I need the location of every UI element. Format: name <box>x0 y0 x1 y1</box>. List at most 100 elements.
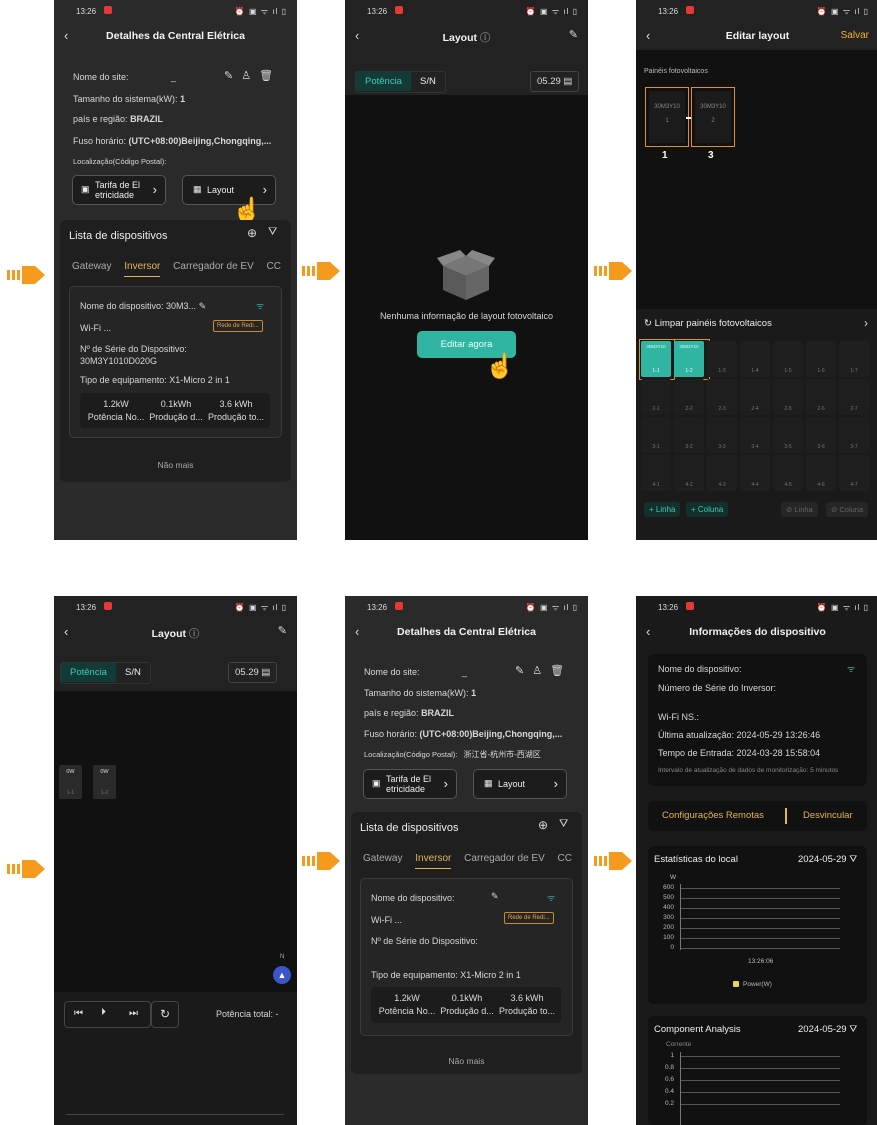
refresh-icon: ↻ <box>644 318 652 329</box>
grid-cell[interactable]: 1-4 <box>740 341 770 377</box>
grid-cell[interactable]: 3-3 <box>707 417 737 453</box>
grid-cell[interactable]: 2-3 <box>707 379 737 415</box>
tab-cc[interactable]: CC <box>558 853 572 864</box>
delete-column-button[interactable]: ⊘ Coluna <box>826 502 869 517</box>
help-icon[interactable]: ⓘ <box>480 32 491 44</box>
tariff-button[interactable]: ▣ Tarifa de El etricidade › <box>363 769 457 799</box>
clear-panels-button[interactable]: Limpar painéis fotovoltaicos <box>655 318 772 329</box>
calendar-icon[interactable]: ⛛ <box>849 854 857 865</box>
delete-row-button[interactable]: ⊘ Linha <box>781 502 818 517</box>
pv-panel-mini[interactable]: 0W 1-1 <box>59 765 82 799</box>
timezone-value: (UTC+08:00)Beijing,Chongqing,... <box>128 136 272 146</box>
tab-ev-charger[interactable]: Carregador de EV <box>173 261 254 272</box>
tab-power[interactable]: Potência <box>356 72 411 91</box>
delete-icon[interactable]: 🗑 <box>259 70 281 82</box>
grid-cell[interactable]: 2-7 <box>839 379 869 415</box>
tab-sn[interactable]: S/N <box>411 72 445 91</box>
grid-cell[interactable]: 1-5 <box>773 341 803 377</box>
edit-icon[interactable]: ✎ <box>224 70 241 82</box>
grid-cell[interactable]: 3-6 <box>806 417 836 453</box>
flow-arrow-icon <box>7 860 45 878</box>
grid-cell[interactable]: 2-1 <box>641 379 671 415</box>
grid-cell[interactable]: 4-4 <box>740 455 770 491</box>
grid-cell[interactable]: 1-7 <box>839 341 869 377</box>
filter-icon[interactable]: ⛛ <box>559 818 568 831</box>
edit-icon[interactable]: ✎ <box>491 891 499 902</box>
tab-gateway[interactable]: Gateway <box>363 853 402 864</box>
wifi-ns: Wi-Fi NS.: <box>658 712 699 722</box>
share-user-icon[interactable]: ♙ <box>241 70 259 82</box>
tariff-button[interactable]: ▣ Tarifa de El etricidade › <box>72 175 166 205</box>
unbind-button[interactable]: Desvincular <box>803 810 853 821</box>
refresh-icon[interactable]: ↻ <box>151 1001 179 1028</box>
skip-back-icon[interactable]: ⏮ <box>74 1008 83 1019</box>
tab-power[interactable]: Potência <box>61 663 116 682</box>
tab-gateway[interactable]: Gateway <box>72 261 111 272</box>
skip-forward-icon[interactable]: ⏭ <box>129 1008 138 1019</box>
country-label: país e região: <box>73 114 128 124</box>
device-info-card: Nome do dispositivo: ᯤ Número de Série d… <box>648 654 867 786</box>
device-item[interactable]: Nome do dispositivo: 30M3... ✎ ᯤ Wi-Fi .… <box>69 286 282 438</box>
cell-label: 2-3 <box>718 406 726 412</box>
grid-cell[interactable]: 1-6 <box>806 341 836 377</box>
tab-sn[interactable]: S/N <box>116 663 150 682</box>
grid-cell[interactable]: 4-7 <box>839 455 869 491</box>
add-icon[interactable]: ⊕ <box>247 226 257 240</box>
grid-cell[interactable]: 30M3Y10 1-2 <box>674 341 704 377</box>
date-picker[interactable]: 05.29 ▤ <box>228 662 278 683</box>
chevron-right-icon[interactable]: › <box>864 316 868 330</box>
grid-cell[interactable]: 3-4 <box>740 417 770 453</box>
flow-arrow-icon <box>302 852 340 870</box>
cell-label: 3-7 <box>850 444 858 450</box>
stats-title: Estatísticas do local <box>654 854 738 865</box>
filter-icon[interactable]: ⛛ <box>268 226 277 239</box>
grid-cell[interactable]: 2-4 <box>740 379 770 415</box>
tab-inverter[interactable]: Inversor <box>415 853 452 869</box>
grid-cell[interactable]: 2-2 <box>674 379 704 415</box>
grid-line <box>680 1056 840 1057</box>
play-icon[interactable]: ⏵ <box>101 1007 106 1018</box>
grid-cell[interactable]: 4-1 <box>641 455 671 491</box>
add-column-button[interactable]: + Coluna <box>686 502 729 517</box>
add-icon[interactable]: ⊕ <box>538 818 548 832</box>
header: ‹ Detalhes da Central Elétrica <box>54 22 297 50</box>
grid-cell[interactable]: 4-6 <box>806 455 836 491</box>
edit-icon[interactable]: ✎ <box>278 624 287 637</box>
edit-icon[interactable]: ✎ <box>515 665 532 677</box>
device-item[interactable]: Nome do dispositivo: ✎ ᯤ Wi-Fi ... Rede … <box>360 878 573 1036</box>
calendar-icon[interactable]: ⛛ <box>849 1024 857 1035</box>
edit-icon[interactable]: ✎ <box>199 301 207 311</box>
tariff-label: Tarifa de El etricidade <box>386 774 432 794</box>
date-picker[interactable]: 05.29 ▤ <box>530 71 580 92</box>
compass-icon[interactable]: ▲ <box>273 966 291 984</box>
tab-ev-charger[interactable]: Carregador de EV <box>464 853 545 864</box>
grid-cell[interactable]: 2-5 <box>773 379 803 415</box>
grid-cell[interactable]: 3-7 <box>839 417 869 453</box>
help-icon[interactable]: ⓘ <box>189 628 200 640</box>
pv-panel[interactable]: 30M3Y10 1 <box>645 87 689 147</box>
grid-cell[interactable]: 3-5 <box>773 417 803 453</box>
status-bar: 13:26 ⏰ ▣ ᯤ ıl ▯ <box>636 596 877 618</box>
grid-cell[interactable]: 2-6 <box>806 379 836 415</box>
grid-cell[interactable]: 3-1 <box>641 417 671 453</box>
add-row-button[interactable]: + Linha <box>644 502 681 517</box>
grid-cell[interactable]: 30M3Y10 1-1 <box>641 341 671 377</box>
share-user-icon[interactable]: ♙ <box>532 665 550 677</box>
grid-cell[interactable]: 1-3 <box>707 341 737 377</box>
remote-settings-button[interactable]: Configurações Remotas <box>662 810 764 821</box>
layout-button[interactable]: ▦ Layout › <box>473 769 567 799</box>
edit-icon[interactable]: ✎ <box>569 28 578 41</box>
pv-panel[interactable]: 30M3Y10 2 <box>691 87 735 147</box>
tab-inverter[interactable]: Inversor <box>124 261 161 277</box>
save-button[interactable]: Salvar <box>841 30 869 41</box>
grid-cell[interactable]: 4-5 <box>773 455 803 491</box>
view-toggle: Potência S/N <box>60 662 151 684</box>
delete-icon[interactable]: 🗑 <box>550 665 572 677</box>
cell-label: 4-6 <box>817 482 825 488</box>
grid-cell[interactable]: 3-2 <box>674 417 704 453</box>
pv-panel-mini[interactable]: 0W 1-2 <box>93 765 116 799</box>
tab-cc[interactable]: CC <box>267 261 281 272</box>
grid-cell[interactable]: 4-2 <box>674 455 704 491</box>
cell-label: 4-3 <box>718 482 726 488</box>
grid-cell[interactable]: 4-3 <box>707 455 737 491</box>
